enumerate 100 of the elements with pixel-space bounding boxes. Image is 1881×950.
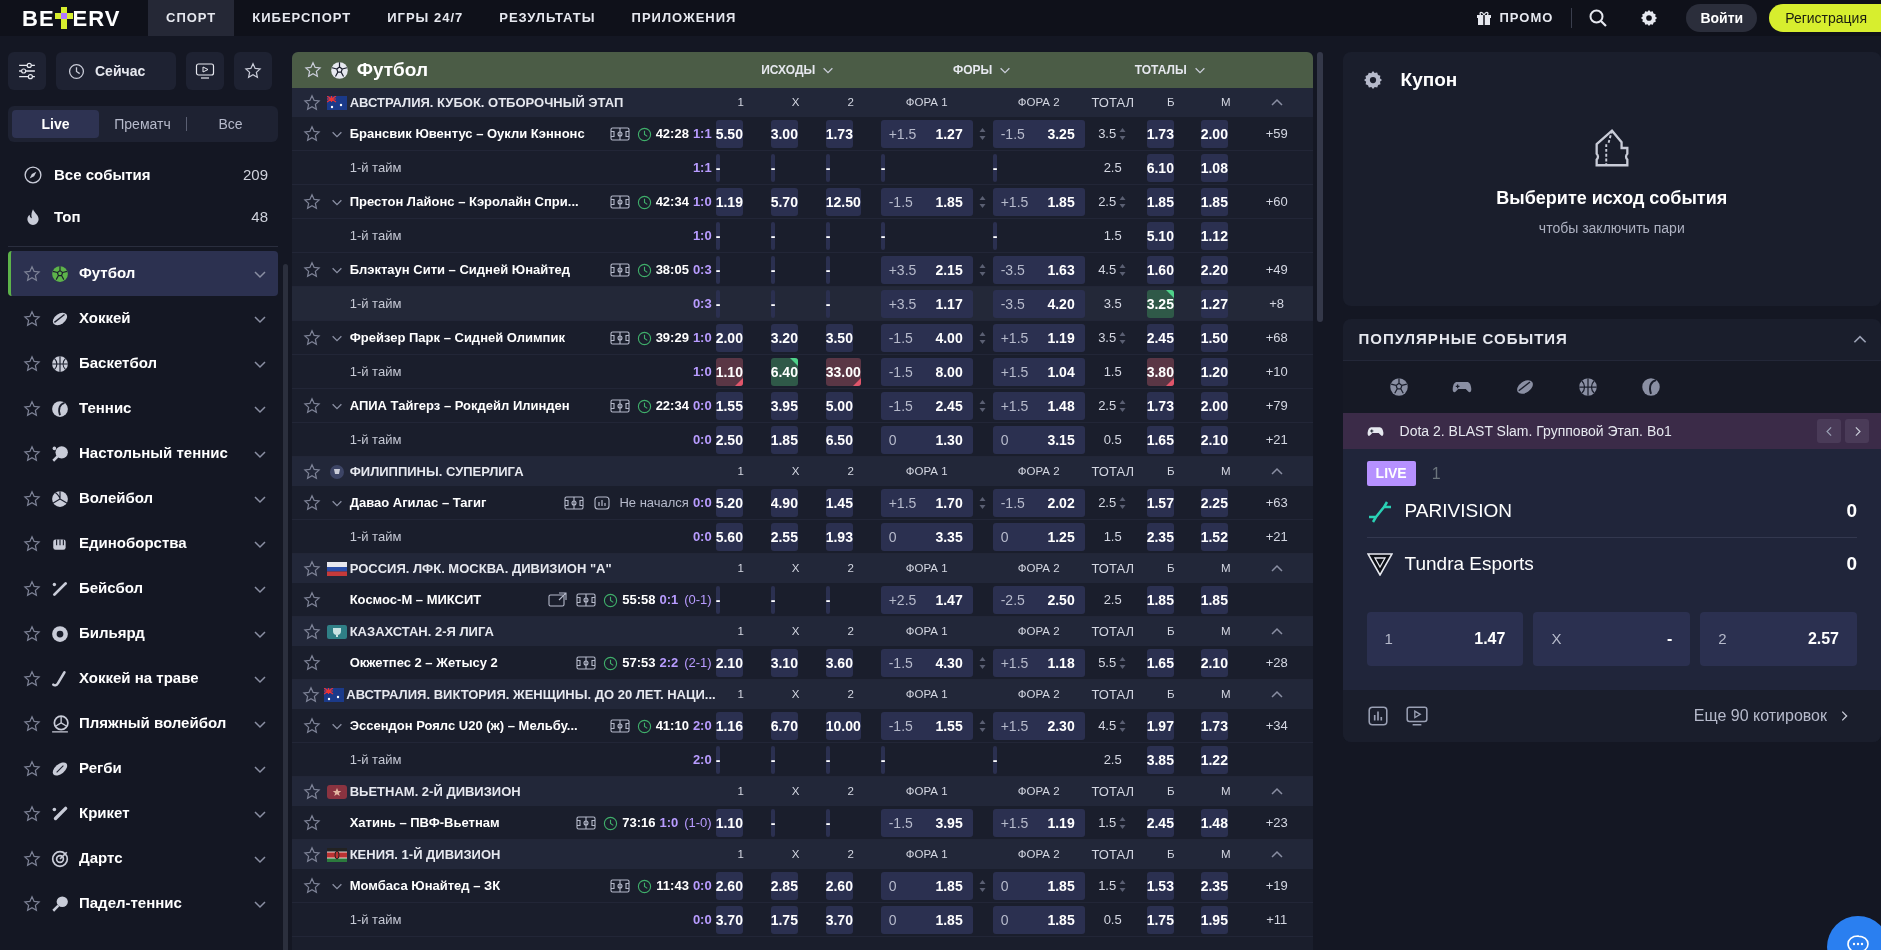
star-icon[interactable]	[302, 329, 321, 347]
sport-item[interactable]: Футбол	[8, 251, 278, 296]
up-down-arrows-icon[interactable]	[978, 718, 988, 734]
handicap-button[interactable]: +1.5 1.18	[992, 649, 1085, 677]
star-icon[interactable]	[302, 717, 321, 735]
filter-tab[interactable]: Все	[187, 110, 274, 138]
odds-button[interactable]: -	[992, 222, 998, 250]
odds-button[interactable]: 2.55	[770, 523, 798, 551]
up-down-arrows-icon[interactable]	[978, 655, 988, 671]
odds-button[interactable]: 1.73	[1200, 712, 1228, 740]
handicap-button[interactable]: 0 1.25	[992, 523, 1085, 551]
more-odds-link[interactable]: Еще 90 котировок	[1687, 703, 1857, 729]
odds-button[interactable]: 1.65	[1146, 649, 1174, 677]
match-name[interactable]: АПИА Тайгерз – Рокдейл Илинден	[349, 396, 603, 416]
field-icon[interactable]	[608, 126, 631, 142]
nav-tab[interactable]: ПРИЛОЖЕНИЯ	[613, 0, 755, 36]
field-icon[interactable]	[609, 878, 632, 894]
field-icon[interactable]	[563, 495, 586, 511]
odds-button[interactable]: 6.50	[825, 426, 853, 454]
more-markets-link[interactable]: +49	[1265, 260, 1288, 280]
market-dropdown[interactable]: ТОТАЛЫ	[1084, 60, 1257, 80]
match-name[interactable]: Эссендон Роялс U20 (ж) – Мельбу...	[349, 716, 603, 736]
nav-tab[interactable]: ИГРЫ 24/7	[369, 0, 482, 36]
handicap-button[interactable]: -1.5 2.02	[992, 489, 1085, 517]
match-name[interactable]: Окжетпес 2 – Жетысу 2	[349, 653, 570, 673]
odds-button[interactable]: -	[715, 222, 721, 250]
up-down-arrows-icon[interactable]	[978, 878, 988, 894]
match-name[interactable]: Престон Лайонс – Кэролайн Спри...	[349, 192, 603, 212]
star-icon[interactable]	[23, 309, 41, 328]
odds-button[interactable]: -	[825, 809, 831, 837]
match-name[interactable]: Хатинь – ПВФ-Вьетнам	[349, 813, 570, 833]
star-icon[interactable]	[302, 782, 321, 801]
odds-button[interactable]: 1.85	[1146, 586, 1174, 614]
favorites-button[interactable]	[234, 52, 272, 90]
odds-button[interactable]: 1.52	[1200, 523, 1228, 551]
puck-icon[interactable]	[1514, 377, 1535, 397]
odds-button[interactable]: 2.35	[1146, 523, 1174, 551]
odds-button[interactable]: -	[825, 222, 831, 250]
odds-button[interactable]: X -	[1533, 612, 1691, 666]
more-markets-link[interactable]: +79	[1265, 396, 1288, 416]
star-icon[interactable]	[23, 489, 41, 508]
scrollbar[interactable]	[282, 264, 288, 950]
handicap-button[interactable]: -1.5 8.00	[880, 358, 973, 386]
star-icon[interactable]	[302, 654, 321, 672]
video-button[interactable]	[186, 52, 224, 90]
handicap-button[interactable]: +1.5 1.19	[992, 809, 1085, 837]
register-button[interactable]: Регистрация	[1769, 4, 1881, 32]
sport-item[interactable]: Бильярд	[8, 611, 278, 656]
odds-button[interactable]: 2.85	[770, 872, 798, 900]
market-dropdown[interactable]: ФОРЫ	[880, 60, 1085, 80]
menu-item[interactable]: Топ 48	[8, 196, 278, 238]
odds-button[interactable]: -	[770, 586, 776, 614]
odds-button[interactable]: -	[825, 586, 831, 614]
handicap-button[interactable]: +1.5 1.27	[880, 120, 973, 148]
up-down-arrows-icon[interactable]	[1118, 495, 1128, 511]
up-down-arrows-icon[interactable]	[1118, 878, 1128, 894]
search-icon[interactable]	[1588, 8, 1609, 28]
scrollbar[interactable]	[1316, 52, 1323, 322]
odds-button[interactable]: 1.93	[825, 523, 853, 551]
odds-button[interactable]: 1.19	[715, 188, 743, 216]
odds-button[interactable]: 1.10	[715, 358, 743, 386]
filter-tab[interactable]: Прематч	[99, 110, 186, 138]
odds-button[interactable]: 1.65	[1146, 426, 1174, 454]
odds-button[interactable]: 2.00	[715, 324, 743, 352]
match-name[interactable]: Блэктаун Сити – Сидней Юнайтед	[349, 260, 603, 280]
handicap-button[interactable]: -1.5 4.30	[880, 649, 973, 677]
odds-button[interactable]: 1.55	[715, 392, 743, 420]
field-icon[interactable]	[608, 330, 631, 346]
handicap-button[interactable]: +1.5 1.85	[992, 188, 1085, 216]
star-icon[interactable]	[23, 579, 41, 598]
odds-button[interactable]: 3.50	[825, 324, 853, 352]
handicap-button[interactable]: -1.5 3.25	[992, 120, 1085, 148]
odds-button[interactable]: -	[770, 290, 776, 318]
up-down-arrows-icon[interactable]	[1118, 655, 1128, 671]
handicap-button[interactable]: +3.5 2.15	[880, 256, 973, 284]
odds-button[interactable]: 1.73	[1146, 120, 1174, 148]
odds-button[interactable]: 1.48	[1200, 809, 1228, 837]
sport-item[interactable]: Баскетбол	[8, 341, 278, 386]
odds-button[interactable]: 3.70	[715, 906, 743, 934]
nav-tab[interactable]: КИБЕРСПОРТ	[234, 0, 370, 36]
odds-button[interactable]: 1.20	[1200, 358, 1228, 386]
odds-button[interactable]: 6.10	[1146, 154, 1174, 182]
sport-item[interactable]: Бейсбол	[8, 566, 278, 611]
star-icon[interactable]	[23, 534, 41, 553]
nav-tab[interactable]: РЕЗУЛЬТАТЫ	[481, 0, 614, 36]
star-icon[interactable]	[302, 462, 321, 481]
star-icon[interactable]	[23, 669, 41, 688]
odds-button[interactable]: 2.60	[825, 872, 853, 900]
odds-button[interactable]: 1.45	[825, 489, 853, 517]
odds-button[interactable]: -	[825, 154, 831, 182]
odds-button[interactable]: 2.00	[1200, 392, 1228, 420]
soccer-ball-icon[interactable]	[1388, 377, 1409, 397]
handicap-button[interactable]: 0 3.35	[880, 523, 973, 551]
odds-button[interactable]: 2.45	[1146, 324, 1174, 352]
up-down-arrows-icon[interactable]	[978, 398, 988, 414]
up-down-arrows-icon[interactable]	[1118, 126, 1128, 142]
odds-button[interactable]: 1.73	[1146, 392, 1174, 420]
more-markets-link[interactable]: +63	[1265, 493, 1288, 513]
odds-button[interactable]: 2.10	[1200, 649, 1228, 677]
star-icon[interactable]	[23, 264, 41, 283]
